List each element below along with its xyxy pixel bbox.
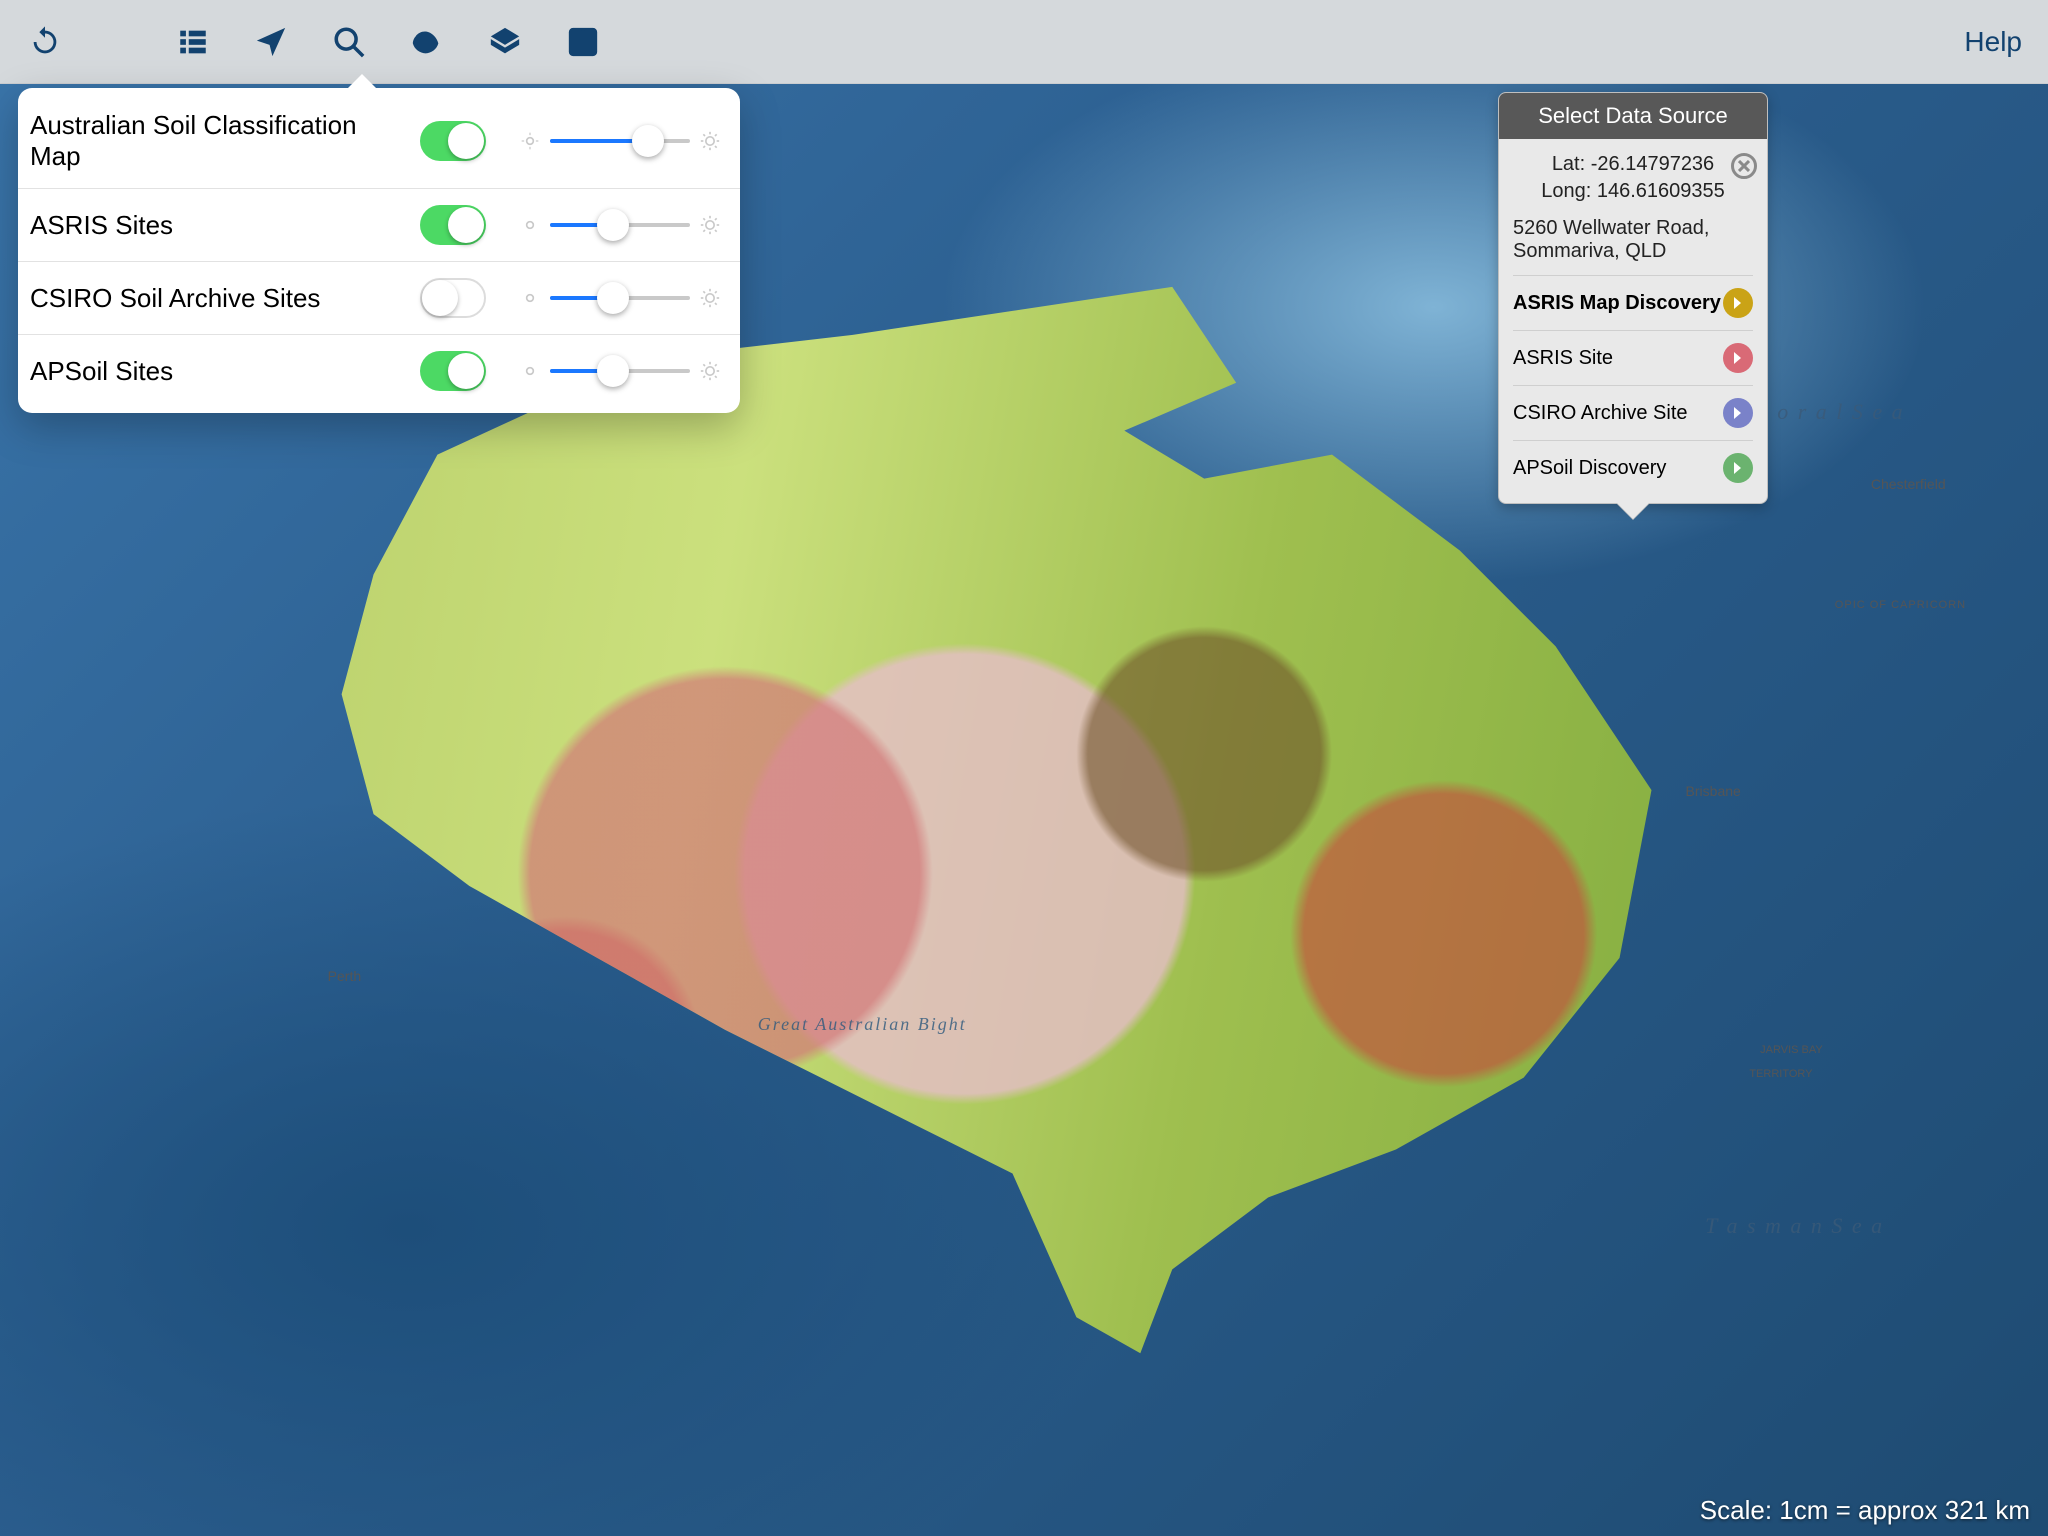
- sea-label-coral: C o r a l S e a: [1753, 399, 1905, 425]
- layer-row: Australian Soil Classification Map: [18, 94, 740, 189]
- layer-label: ASRIS Sites: [30, 210, 400, 241]
- opacity-slider[interactable]: [550, 369, 690, 373]
- sea-label-bight: Great Australian Bight: [758, 1014, 967, 1035]
- sun-dim-icon: [520, 131, 540, 151]
- refresh-icon[interactable]: [26, 23, 64, 61]
- data-source-item[interactable]: CSIRO Archive Site: [1513, 385, 1753, 440]
- locate-icon[interactable]: [252, 23, 290, 61]
- lat-readout: Lat: -26.14797236: [1513, 153, 1753, 176]
- layer-label: CSIRO Soil Archive Sites: [30, 283, 400, 314]
- city-label-perth: Perth: [328, 968, 361, 984]
- chevron-right-icon: [1723, 398, 1753, 428]
- data-source-item[interactable]: APSoil Discovery: [1513, 440, 1753, 495]
- sun-bright-icon: [700, 215, 720, 235]
- sea-label-tasman: T a s m a n S e a: [1705, 1213, 1884, 1239]
- layer-toggle[interactable]: [420, 205, 486, 245]
- bookmarks-icon[interactable]: [564, 23, 602, 61]
- layer-label: Australian Soil Classification Map: [30, 110, 400, 172]
- top-toolbar: Help: [0, 0, 2048, 84]
- opacity-slider-wrap: [520, 131, 720, 151]
- layer-row: APSoil Sites: [18, 335, 740, 407]
- layer-toggle[interactable]: [420, 121, 486, 161]
- long-value: 146.61609355: [1597, 180, 1725, 202]
- city-label-chesterfield: Chesterfield: [1871, 476, 1946, 492]
- opacity-slider[interactable]: [550, 223, 690, 227]
- search-icon[interactable]: [330, 23, 368, 61]
- scale-readout: Scale: 1cm = approx 321 km: [1700, 1495, 2030, 1526]
- opacity-slider-wrap: [520, 288, 720, 308]
- australia-icon[interactable]: [408, 23, 446, 61]
- opacity-slider-wrap: [520, 361, 720, 381]
- data-source-item-label: ASRIS Map Discovery: [1513, 292, 1721, 315]
- data-source-item[interactable]: ASRIS Site: [1513, 330, 1753, 385]
- lat-value: -26.14797236: [1591, 153, 1714, 175]
- address-readout: 5260 Wellwater Road, Sommariva, QLD: [1513, 217, 1753, 263]
- sun-bright-icon: [700, 131, 720, 151]
- sun-bright-icon: [700, 361, 720, 381]
- help-link[interactable]: Help: [1964, 26, 2022, 58]
- opacity-slider[interactable]: [550, 296, 690, 300]
- data-source-item-label: CSIRO Archive Site: [1513, 402, 1688, 425]
- layer-row: CSIRO Soil Archive Sites: [18, 262, 740, 335]
- layer-label: APSoil Sites: [30, 356, 400, 387]
- data-source-popover: Select Data Source Lat: -26.14797236 Lon…: [1498, 92, 1768, 504]
- chevron-right-icon: [1723, 343, 1753, 373]
- sun-dim-icon: [520, 361, 540, 381]
- label-tropic-capricorn: OPIC OF CAPRICORN: [1835, 599, 1966, 611]
- layer-row: ASRIS Sites: [18, 189, 740, 262]
- chevron-right-icon: [1723, 288, 1753, 318]
- sun-dim-icon: [520, 215, 540, 235]
- address-line-1: 5260 Wellwater Road,: [1513, 217, 1753, 240]
- close-icon[interactable]: [1731, 153, 1757, 179]
- label-jarvis-bay-2: TERRITORY: [1749, 1068, 1812, 1080]
- address-line-2: Sommariva, QLD: [1513, 240, 1753, 263]
- city-label-brisbane: Brisbane: [1686, 783, 1741, 799]
- data-source-item[interactable]: ASRIS Map Discovery: [1513, 275, 1753, 330]
- list-icon[interactable]: [174, 23, 212, 61]
- sun-bright-icon: [700, 288, 720, 308]
- layers-popover: Australian Soil Classification Map ASRIS…: [18, 88, 740, 413]
- lat-label: Lat:: [1552, 153, 1585, 175]
- layer-toggle[interactable]: [420, 278, 486, 318]
- label-jarvis-bay-1: JARVIS BAY: [1760, 1044, 1823, 1056]
- opacity-slider-wrap: [520, 215, 720, 235]
- chevron-right-icon: [1723, 453, 1753, 483]
- layer-toggle[interactable]: [420, 351, 486, 391]
- opacity-slider[interactable]: [550, 139, 690, 143]
- sun-dim-icon: [520, 288, 540, 308]
- data-source-title: Select Data Source: [1499, 93, 1767, 139]
- long-label: Long:: [1541, 180, 1591, 202]
- data-source-item-label: ASRIS Site: [1513, 347, 1613, 370]
- data-source-item-label: APSoil Discovery: [1513, 457, 1666, 480]
- long-readout: Long: 146.61609355: [1513, 180, 1753, 203]
- layers-icon[interactable]: [486, 23, 524, 61]
